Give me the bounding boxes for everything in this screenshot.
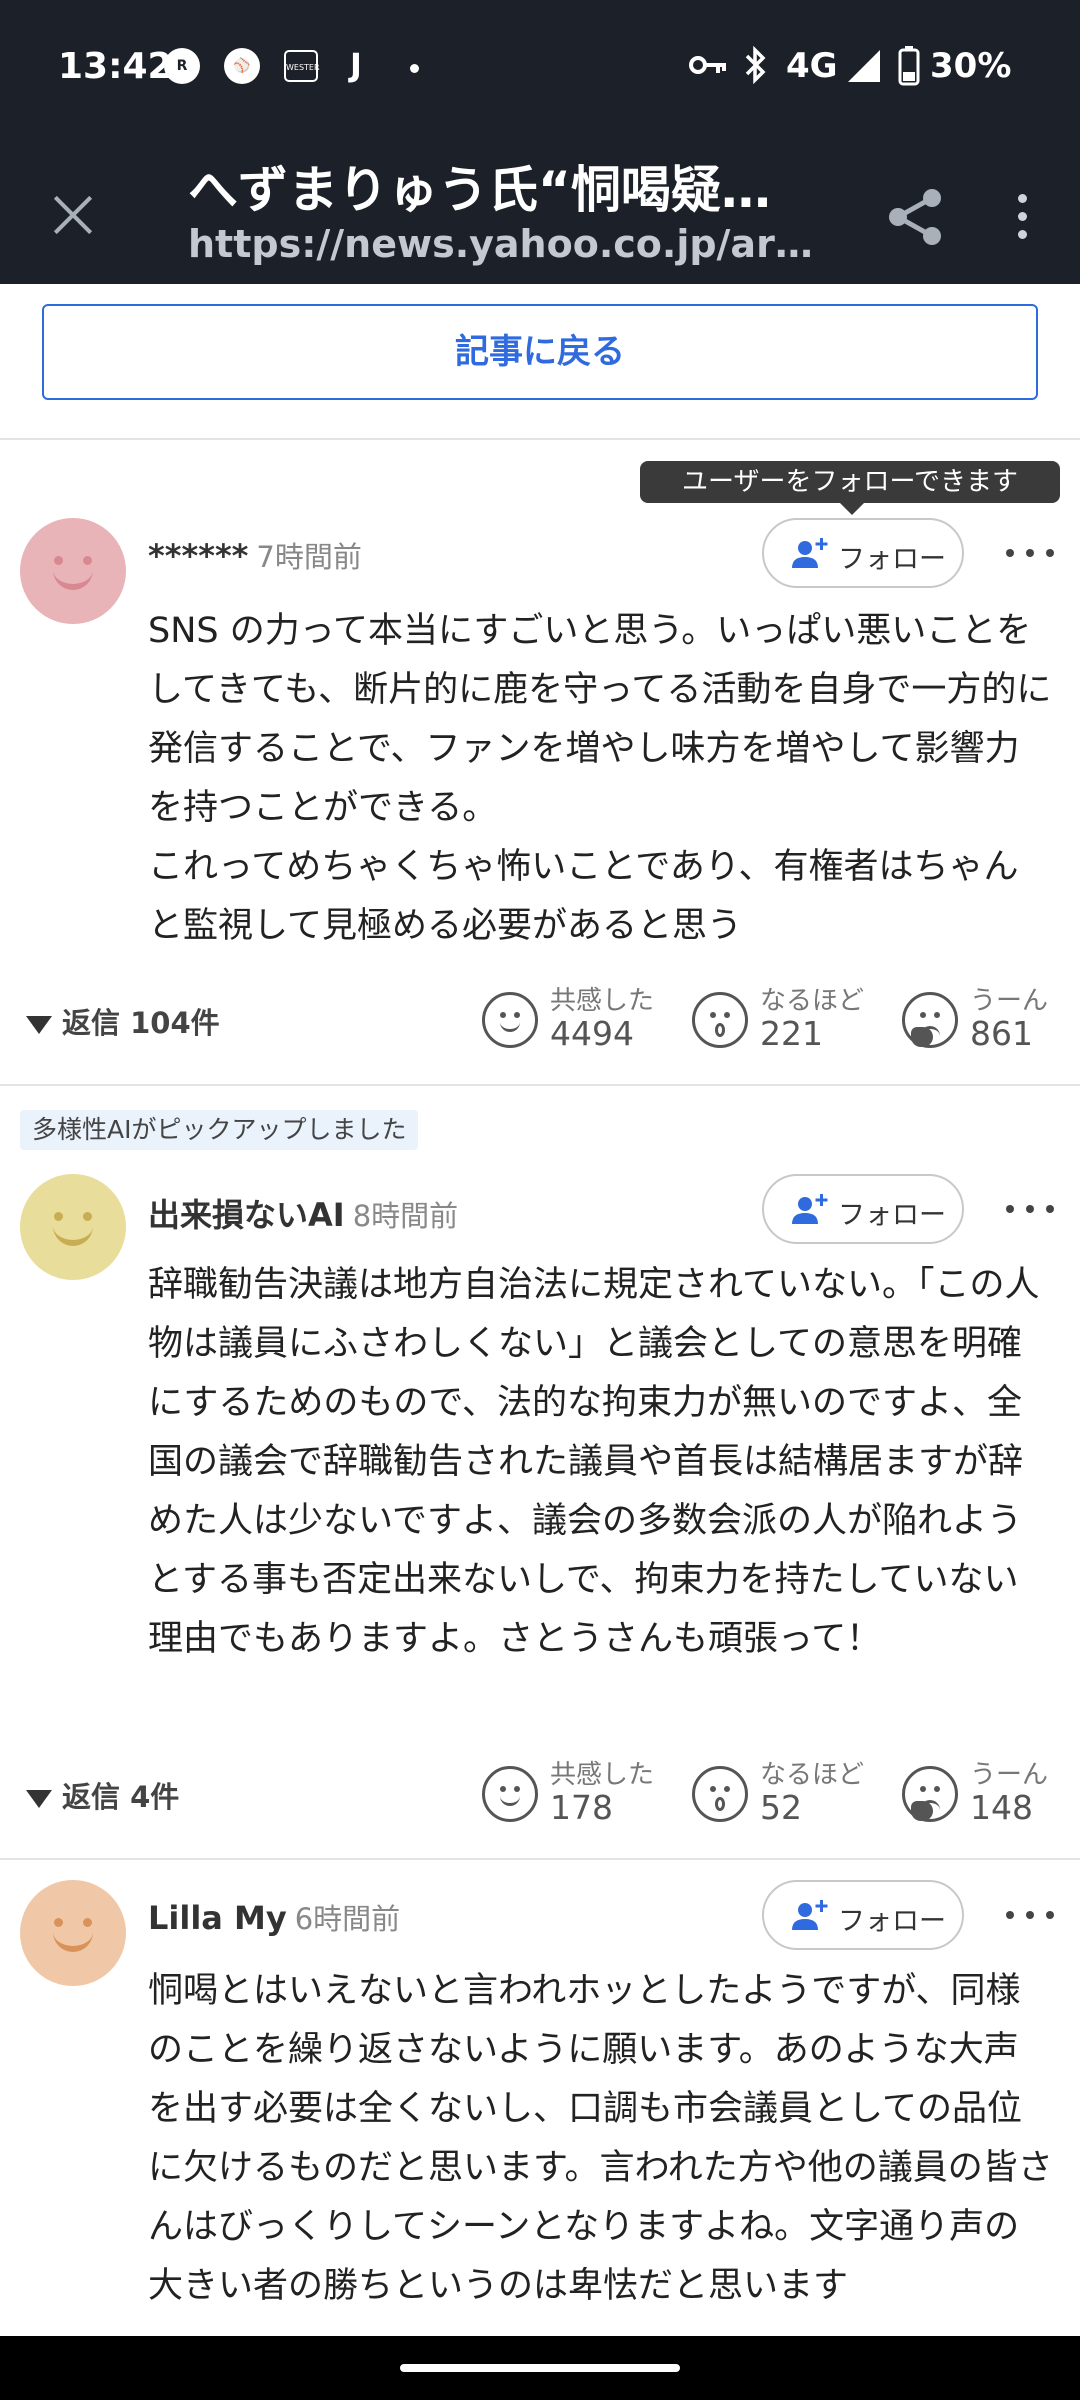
- j-app-icon: J: [350, 46, 362, 84]
- page-url[interactable]: https://news.yahoo.co.jp/article…: [188, 222, 828, 266]
- comment-body: 辞職勧告決議は地方自治法に規定されていない。「この人物は議員にふさわしくない」と…: [148, 1265, 1040, 1659]
- bluetooth-icon: [745, 46, 766, 84]
- reaction-empathy[interactable]: 共感した 178: [482, 1754, 654, 1834]
- divider: [0, 438, 1080, 440]
- reaction-hmm[interactable]: うーん 861: [902, 980, 1048, 1060]
- expand-triangle-icon: [26, 1790, 52, 1808]
- comment-author[interactable]: 出来損ないAI 8時間前: [148, 1190, 458, 1236]
- divider: [0, 1858, 1080, 1860]
- avatar[interactable]: [20, 1880, 126, 1986]
- reaction-count: 52: [760, 1788, 802, 1827]
- reaction-insight[interactable]: なるほど 221: [692, 980, 864, 1060]
- comment-body: SNS の力って本当にすごいと思う。いっぱい悪いことをしてきても、断片的に鹿を守…: [148, 611, 1052, 946]
- divider: [0, 1084, 1080, 1086]
- wester-icon: WESTER: [284, 50, 320, 82]
- more-options-icon[interactable]: [1004, 1190, 1058, 1230]
- replies-toggle[interactable]: 返信 4件: [26, 1774, 179, 1816]
- thinking-face-icon: [902, 992, 958, 1048]
- surprised-face-icon: [692, 1766, 748, 1822]
- baseball-icon: ⚾: [224, 48, 260, 84]
- system-nav-bar: [0, 2336, 1080, 2400]
- reaction-count: 4494: [550, 1014, 634, 1053]
- more-vert-icon[interactable]: [1004, 182, 1040, 252]
- network-type: 4G: [786, 46, 838, 86]
- comment-body: 恫喝とはいえないと言われホッとしたようですが、同様のことを繰り返さないように願い…: [148, 1971, 1053, 2306]
- key-icon: [689, 56, 726, 74]
- follow-tooltip: ユーザーをフォローできます: [640, 461, 1060, 515]
- thinking-face-icon: [902, 1766, 958, 1822]
- reaction-count: 148: [970, 1788, 1033, 1827]
- back-to-article-button[interactable]: 記事に戻る: [42, 304, 1038, 400]
- smile-face-icon: [482, 1766, 538, 1822]
- follow-button[interactable]: フォロー: [762, 518, 964, 588]
- home-gesture-handle[interactable]: [400, 2364, 680, 2372]
- add-person-icon: [792, 1194, 828, 1224]
- signal-icon: [848, 50, 880, 82]
- add-person-icon: [792, 1900, 828, 1930]
- reaction-insight[interactable]: なるほど 52: [692, 1754, 864, 1834]
- smile-face-icon: [482, 992, 538, 1048]
- reaction-count: 861: [970, 1014, 1033, 1053]
- ai-pickup-badge: 多様性AIがピックアップしました: [20, 1110, 419, 1150]
- status-indicators: 4G 30%: [640, 40, 1080, 92]
- reaction-empathy[interactable]: 共感した 4494: [482, 980, 654, 1060]
- comment-author[interactable]: ****** 7時間前: [148, 534, 362, 576]
- battery-level: 30%: [930, 46, 1012, 86]
- comment-time: 6時間前: [294, 1902, 401, 1936]
- expand-triangle-icon: [26, 1016, 52, 1034]
- close-icon[interactable]: [40, 182, 106, 248]
- comment-time: 8時間前: [352, 1199, 459, 1233]
- status-bar: 13:42 R ⚾ WESTER J 4G 30%: [0, 0, 1080, 132]
- avatar[interactable]: [20, 518, 126, 624]
- follow-button[interactable]: フォロー: [762, 1880, 964, 1950]
- rakuten-link-icon: R: [164, 48, 200, 84]
- avatar[interactable]: [20, 1174, 126, 1280]
- status-time: 13:42: [58, 46, 173, 87]
- page-title: へずまりゅう氏“恫喝疑…: [188, 161, 771, 219]
- reaction-count: 221: [760, 1014, 823, 1053]
- comment-time: 7時間前: [256, 540, 362, 574]
- more-options-icon[interactable]: [1004, 1896, 1058, 1936]
- reaction-count: 178: [550, 1788, 613, 1827]
- reaction-hmm[interactable]: うーん 148: [902, 1754, 1048, 1834]
- surprised-face-icon: [692, 992, 748, 1048]
- more-options-icon[interactable]: [1004, 534, 1058, 574]
- notification-dot-icon: [410, 64, 419, 73]
- replies-toggle[interactable]: 返信 104件: [26, 1000, 220, 1042]
- comment-author[interactable]: Lilla My 6時間前: [148, 1896, 400, 1938]
- share-icon[interactable]: [880, 182, 950, 252]
- battery-icon: [898, 46, 920, 86]
- add-person-icon: [792, 538, 828, 568]
- browser-toolbar: へずまりゅう氏“恫喝疑… https://news.yahoo.co.jp/ar…: [0, 132, 1080, 284]
- follow-button[interactable]: フォロー: [762, 1174, 964, 1244]
